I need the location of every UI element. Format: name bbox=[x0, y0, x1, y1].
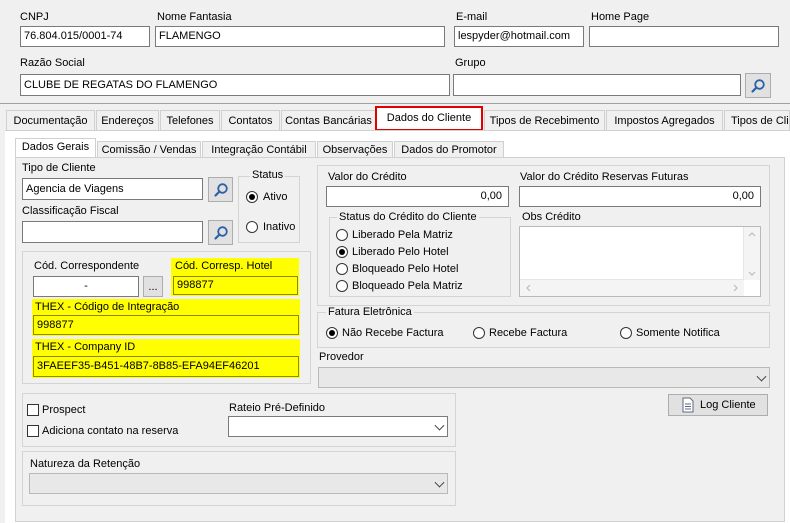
cod-corresp-hotel-label: Cód. Corresp. Hotel bbox=[175, 260, 273, 272]
adiciona-contato-checkbox[interactable] bbox=[27, 425, 39, 437]
subtab-observacoes[interactable]: Observações bbox=[317, 141, 393, 158]
credito-bloqueado-matriz-radio[interactable] bbox=[336, 280, 348, 292]
obs-credito-vscroll[interactable] bbox=[743, 227, 760, 280]
valor-credito-input[interactable]: 0,00 bbox=[326, 186, 509, 207]
chevron-down-icon bbox=[434, 420, 445, 431]
status-label: Status bbox=[250, 169, 286, 181]
status-ativo-label: Ativo bbox=[263, 191, 288, 203]
fatura-nao-recebe-radio[interactable] bbox=[326, 327, 338, 339]
razao-input[interactable]: CLUBE DE REGATAS DO FLAMENGO bbox=[20, 74, 450, 96]
header-separator bbox=[0, 103, 790, 104]
status-inativo-label: Inativo bbox=[263, 221, 296, 233]
chevron-down-icon bbox=[756, 371, 767, 382]
status-credito-label: Status do Crédito do Cliente bbox=[337, 211, 479, 223]
tab-dados-do-cliente[interactable]: Dados do Cliente bbox=[375, 106, 483, 131]
search-icon bbox=[751, 78, 765, 93]
fantasia-input[interactable]: FLAMENGO bbox=[155, 26, 445, 47]
valor-credito-label: Valor do Crédito bbox=[328, 171, 407, 183]
tab-tipos-de-cli[interactable]: Tipos de Cli bbox=[724, 110, 790, 130]
credito-liberado-hotel-radio[interactable] bbox=[336, 246, 348, 258]
homepage-input[interactable] bbox=[589, 26, 779, 47]
tipo-cliente-label: Tipo de Cliente bbox=[22, 162, 96, 174]
scroll-arrow-icon bbox=[748, 271, 756, 276]
tipo-cliente-search-button[interactable] bbox=[208, 177, 233, 202]
log-cliente-button[interactable]: Log Cliente bbox=[668, 394, 768, 416]
fatura-nao-recebe-label: Não Recebe Factura bbox=[342, 327, 444, 339]
chevron-down-icon bbox=[434, 477, 445, 488]
subtab-dados-do-promotor[interactable]: Dados do Promotor bbox=[394, 141, 504, 158]
search-icon bbox=[213, 182, 228, 197]
status-ativo-radio[interactable] bbox=[246, 191, 258, 203]
email-label: E-mail bbox=[456, 11, 488, 23]
tab-enderecos[interactable]: Endereços bbox=[96, 110, 159, 130]
classificacao-label: Classificação Fiscal bbox=[22, 205, 119, 217]
classificacao-input[interactable] bbox=[22, 221, 203, 243]
subtab-dados-gerais[interactable]: Dados Gerais bbox=[15, 138, 96, 158]
fatura-somente-notifica-label: Somente Notifica bbox=[636, 327, 720, 339]
cod-correspondente-input[interactable]: - bbox=[33, 276, 139, 297]
tab-telefones[interactable]: Telefones bbox=[160, 110, 220, 130]
cod-correspondente-browse-button[interactable]: ... bbox=[143, 276, 163, 297]
fantasia-label: Nome Fantasia bbox=[157, 11, 232, 23]
fatura-label: Fatura Eletrônica bbox=[326, 306, 414, 318]
cnpj-input[interactable]: 76.804.015/0001-74 bbox=[20, 26, 150, 47]
obs-credito-textarea[interactable] bbox=[519, 226, 761, 297]
fatura-somente-notifica-radio[interactable] bbox=[620, 327, 632, 339]
document-icon bbox=[682, 397, 694, 413]
scroll-arrow-icon bbox=[748, 232, 756, 237]
grupo-search-button[interactable] bbox=[745, 73, 771, 98]
grupo-input[interactable] bbox=[453, 74, 741, 96]
rateio-select[interactable] bbox=[228, 416, 448, 437]
valor-reservas-input[interactable]: 0,00 bbox=[519, 186, 761, 207]
thex-codigo-label: THEX - Código de Integração bbox=[35, 301, 180, 313]
fatura-recebe-radio[interactable] bbox=[473, 327, 485, 339]
valor-reservas-label: Valor do Crédito Reservas Futuras bbox=[520, 171, 689, 183]
tab-documentacao[interactable]: Documentação bbox=[6, 110, 95, 130]
search-icon bbox=[213, 225, 228, 240]
fatura-recebe-label: Recebe Factura bbox=[489, 327, 568, 339]
cod-correspondente-label: Cód. Correspondente bbox=[34, 260, 140, 272]
rateio-label: Rateio Pré-Definido bbox=[229, 402, 325, 414]
grupo-label: Grupo bbox=[455, 57, 486, 69]
adiciona-contato-label: Adiciona contato na reserva bbox=[42, 425, 179, 437]
scroll-arrow-icon bbox=[733, 284, 738, 292]
credito-liberado-matriz-label: Liberado Pela Matriz bbox=[352, 229, 453, 241]
classificacao-search-button[interactable] bbox=[208, 220, 233, 245]
credito-bloqueado-matriz-label: Bloqueado Pela Matriz bbox=[352, 280, 463, 292]
tab-impostos-agregados[interactable]: Impostos Agregados bbox=[606, 110, 723, 130]
credito-liberado-matriz-radio[interactable] bbox=[336, 229, 348, 241]
email-input[interactable]: lespyder@hotmail.com bbox=[454, 26, 584, 47]
razao-label: Razão Social bbox=[20, 57, 85, 69]
provedor-label: Provedor bbox=[319, 351, 364, 363]
tab-contas-bancarias[interactable]: Contas Bancárias bbox=[281, 110, 376, 130]
homepage-label: Home Page bbox=[591, 11, 650, 23]
prospect-label: Prospect bbox=[42, 404, 86, 416]
thex-company-input[interactable]: 3FAEEF35-B451-48B7-8B85-EFA94EF46201 bbox=[33, 356, 299, 377]
natureza-select[interactable] bbox=[29, 473, 448, 494]
provedor-select[interactable] bbox=[318, 367, 770, 388]
subtab-comissao-vendas[interactable]: Comissão / Vendas bbox=[97, 141, 201, 158]
subtab-integracao-contabil[interactable]: Integração Contábil bbox=[202, 141, 316, 158]
status-inativo-radio[interactable] bbox=[246, 221, 258, 233]
obs-credito-label: Obs Crédito bbox=[522, 211, 581, 223]
credito-bloqueado-hotel-label: Bloqueado Pelo Hotel bbox=[352, 263, 459, 275]
scroll-arrow-icon bbox=[526, 284, 531, 292]
prospect-checkbox[interactable] bbox=[27, 404, 39, 416]
thex-company-label: THEX - Company ID bbox=[35, 341, 136, 353]
log-cliente-label: Log Cliente bbox=[700, 399, 756, 411]
obs-credito-hscroll[interactable] bbox=[520, 279, 744, 296]
cod-corresp-hotel-input[interactable]: 998877 bbox=[173, 276, 298, 295]
cnpj-label: CNPJ bbox=[20, 11, 49, 23]
thex-codigo-input[interactable]: 998877 bbox=[33, 315, 299, 335]
tipo-cliente-input[interactable]: Agencia de Viagens bbox=[22, 178, 203, 200]
natureza-label: Natureza da Retenção bbox=[30, 458, 141, 470]
tab-tipos-recebimento[interactable]: Tipos de Recebimento bbox=[484, 110, 605, 130]
tab-contatos[interactable]: Contatos bbox=[221, 110, 280, 130]
credito-liberado-hotel-label: Liberado Pelo Hotel bbox=[352, 246, 449, 258]
credito-bloqueado-hotel-radio[interactable] bbox=[336, 263, 348, 275]
